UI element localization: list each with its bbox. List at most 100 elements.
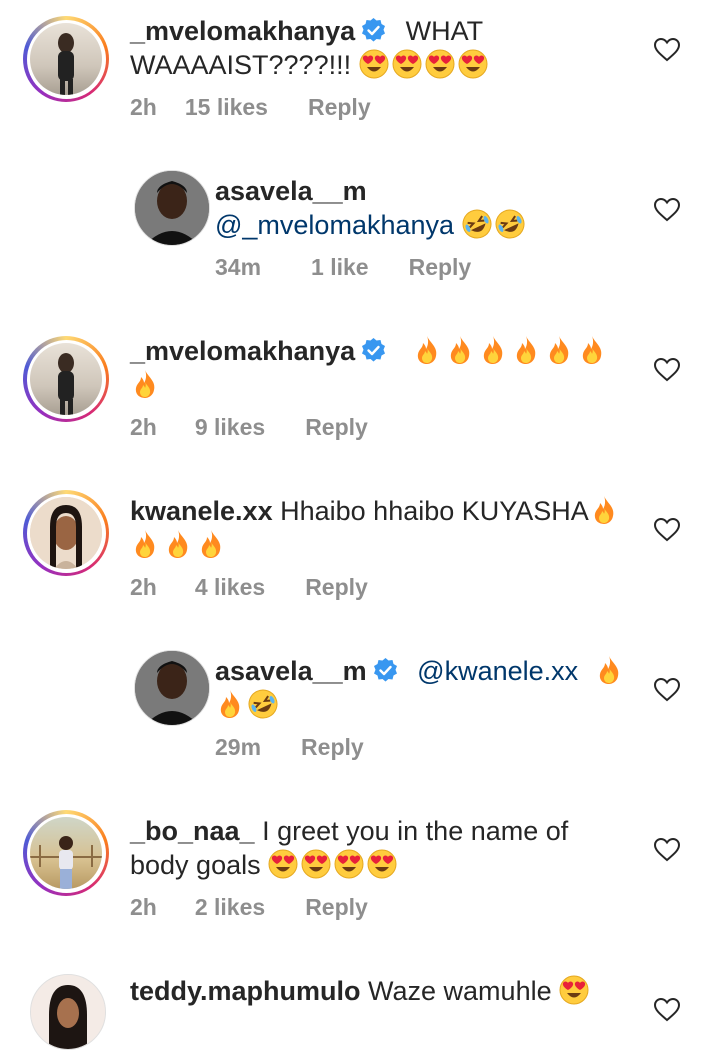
heart-eyes-emoji-icon xyxy=(359,49,389,79)
comment-meta: 2h 9 likes Reply xyxy=(130,414,394,441)
fire-emoji-icon xyxy=(516,336,535,364)
heart-eyes-emoji-icon xyxy=(334,849,364,879)
comment-item: teddy.maphumulo Waze wamuhle xyxy=(0,960,720,1050)
avatar[interactable] xyxy=(134,650,210,726)
verified-badge-icon xyxy=(361,338,387,363)
avatar[interactable] xyxy=(30,974,106,1050)
person-photo xyxy=(30,836,102,889)
like-count[interactable]: 15 likes xyxy=(185,94,268,120)
mention-link[interactable]: @_mvelomakhanya xyxy=(215,210,454,240)
person-photo xyxy=(30,497,102,569)
like-heart-icon[interactable] xyxy=(654,518,680,542)
comment-username[interactable]: kwanele.xx xyxy=(130,496,273,526)
comment-meta: 2h 15 likes Reply xyxy=(130,94,397,121)
reply-button[interactable]: Reply xyxy=(308,94,371,120)
like-count[interactable]: 9 likes xyxy=(195,414,265,440)
avatar-story-ring[interactable] xyxy=(23,16,109,102)
comment-username[interactable]: asavela__m xyxy=(215,176,367,206)
comment-body: teddy.maphumulo Waze wamuhle xyxy=(130,974,650,1008)
comment-item: _bo_naa_ I greet you in the name of body… xyxy=(0,800,720,950)
avatar xyxy=(30,23,102,95)
comment-username[interactable]: _bo_naa_ xyxy=(130,816,255,846)
fire-emoji-icon xyxy=(135,370,155,398)
person-photo xyxy=(58,33,74,95)
avatar-story-ring[interactable] xyxy=(23,490,109,576)
fire-emoji-icon xyxy=(168,530,188,558)
like-count[interactable]: 4 likes xyxy=(195,574,265,600)
comment-body: _mvelomakhanya xyxy=(130,334,630,402)
avatar[interactable] xyxy=(134,170,210,246)
person-photo xyxy=(58,353,74,415)
fire-emoji-icon xyxy=(417,336,436,364)
like-heart-icon[interactable] xyxy=(654,678,680,702)
comment-username[interactable]: asavela__m xyxy=(215,656,367,686)
comment-username[interactable]: teddy.maphumulo xyxy=(130,976,361,1006)
comment-item: _mvelomakhanya WHAT WAAAAIST????!!! 2h 15… xyxy=(0,0,720,150)
fire-emoji-icon xyxy=(201,530,221,558)
fire-emoji-icon xyxy=(582,336,601,364)
like-heart-icon[interactable] xyxy=(654,838,680,862)
fire-emoji-icon xyxy=(599,656,618,684)
heart-eyes-emoji-icon xyxy=(458,49,488,79)
comment-body: asavela__m @_mvelomakhanya xyxy=(215,174,655,242)
heart-eyes-emoji-icon xyxy=(559,975,589,1005)
reply-button[interactable]: Reply xyxy=(305,574,368,600)
comment-meta: 34m 1 like Reply xyxy=(215,254,497,281)
heart-eyes-emoji-icon xyxy=(425,49,455,79)
comment-body: _mvelomakhanya WHAT WAAAAIST????!!! xyxy=(130,14,650,82)
fire-emoji-icon xyxy=(450,336,469,364)
fire-emoji-icon xyxy=(549,336,568,364)
comment-time: 2h xyxy=(130,414,157,440)
comment-meta: 2h 4 likes Reply xyxy=(130,574,394,601)
avatar-story-ring[interactable] xyxy=(23,810,109,896)
comment-time: 34m xyxy=(215,254,262,280)
reply-button[interactable]: Reply xyxy=(305,894,368,920)
like-heart-icon[interactable] xyxy=(654,198,680,222)
heart-eyes-emoji-icon xyxy=(367,849,397,879)
reply-button[interactable]: Reply xyxy=(409,254,472,280)
person-photo xyxy=(135,651,209,725)
like-count[interactable]: 1 like xyxy=(311,254,369,280)
like-heart-icon[interactable] xyxy=(654,38,680,62)
avatar xyxy=(30,497,102,569)
avatar xyxy=(30,343,102,415)
reply-button[interactable]: Reply xyxy=(305,414,368,440)
like-heart-icon[interactable] xyxy=(654,358,680,382)
person-photo xyxy=(31,975,105,1049)
comment-body: kwanele.xx Hhaibo hhaibo KUYASHA xyxy=(130,494,630,562)
comment-item: _mvelomakhanya 2h 9 likes Reply xyxy=(0,320,720,470)
comment-time: 29m xyxy=(215,734,262,760)
comment-text: Hhaibo hhaibo KUYASHA xyxy=(280,496,589,526)
verified-badge-icon xyxy=(361,18,387,43)
rofl-emoji-icon xyxy=(494,209,525,239)
fire-emoji-icon xyxy=(135,530,155,558)
comment-username[interactable]: _mvelomakhanya xyxy=(130,16,355,46)
emoji-group xyxy=(359,49,491,80)
comment-time: 2h xyxy=(130,894,157,920)
mention-link[interactable]: @kwanele.xx xyxy=(417,656,578,686)
comment-text: Waze wamuhle xyxy=(368,976,552,1006)
like-heart-icon[interactable] xyxy=(654,998,680,1022)
avatar-story-ring[interactable] xyxy=(23,336,109,422)
heart-eyes-emoji-icon xyxy=(392,49,422,79)
emoji-group xyxy=(215,689,281,720)
emoji-group xyxy=(461,209,528,240)
avatar xyxy=(30,817,102,889)
comment-body: _bo_naa_ I greet you in the name of body… xyxy=(130,814,630,882)
comment-item: kwanele.xx Hhaibo hhaibo KUYASHA 2h 4 lik… xyxy=(0,480,720,630)
comment-username[interactable]: _mvelomakhanya xyxy=(130,336,355,366)
reply-button[interactable]: Reply xyxy=(301,734,364,760)
heart-eyes-emoji-icon xyxy=(268,849,298,879)
comment-body: asavela__m @kwanele.xx xyxy=(215,654,655,722)
rofl-emoji-icon xyxy=(248,689,278,719)
reply-comment-item: asavela__m @kwanele.xx 29m Reply xyxy=(0,640,720,790)
person-photo xyxy=(135,171,209,245)
like-count[interactable]: 2 likes xyxy=(195,894,265,920)
emoji-group xyxy=(268,849,400,880)
heart-eyes-emoji-icon xyxy=(301,849,331,879)
fire-emoji-icon xyxy=(483,336,502,364)
reply-comment-item: asavela__m @_mvelomakhanya 34m 1 like Repl… xyxy=(0,160,720,310)
comment-meta: 29m Reply xyxy=(215,734,390,761)
fire-emoji-icon xyxy=(594,496,614,524)
emoji-group xyxy=(130,530,229,560)
